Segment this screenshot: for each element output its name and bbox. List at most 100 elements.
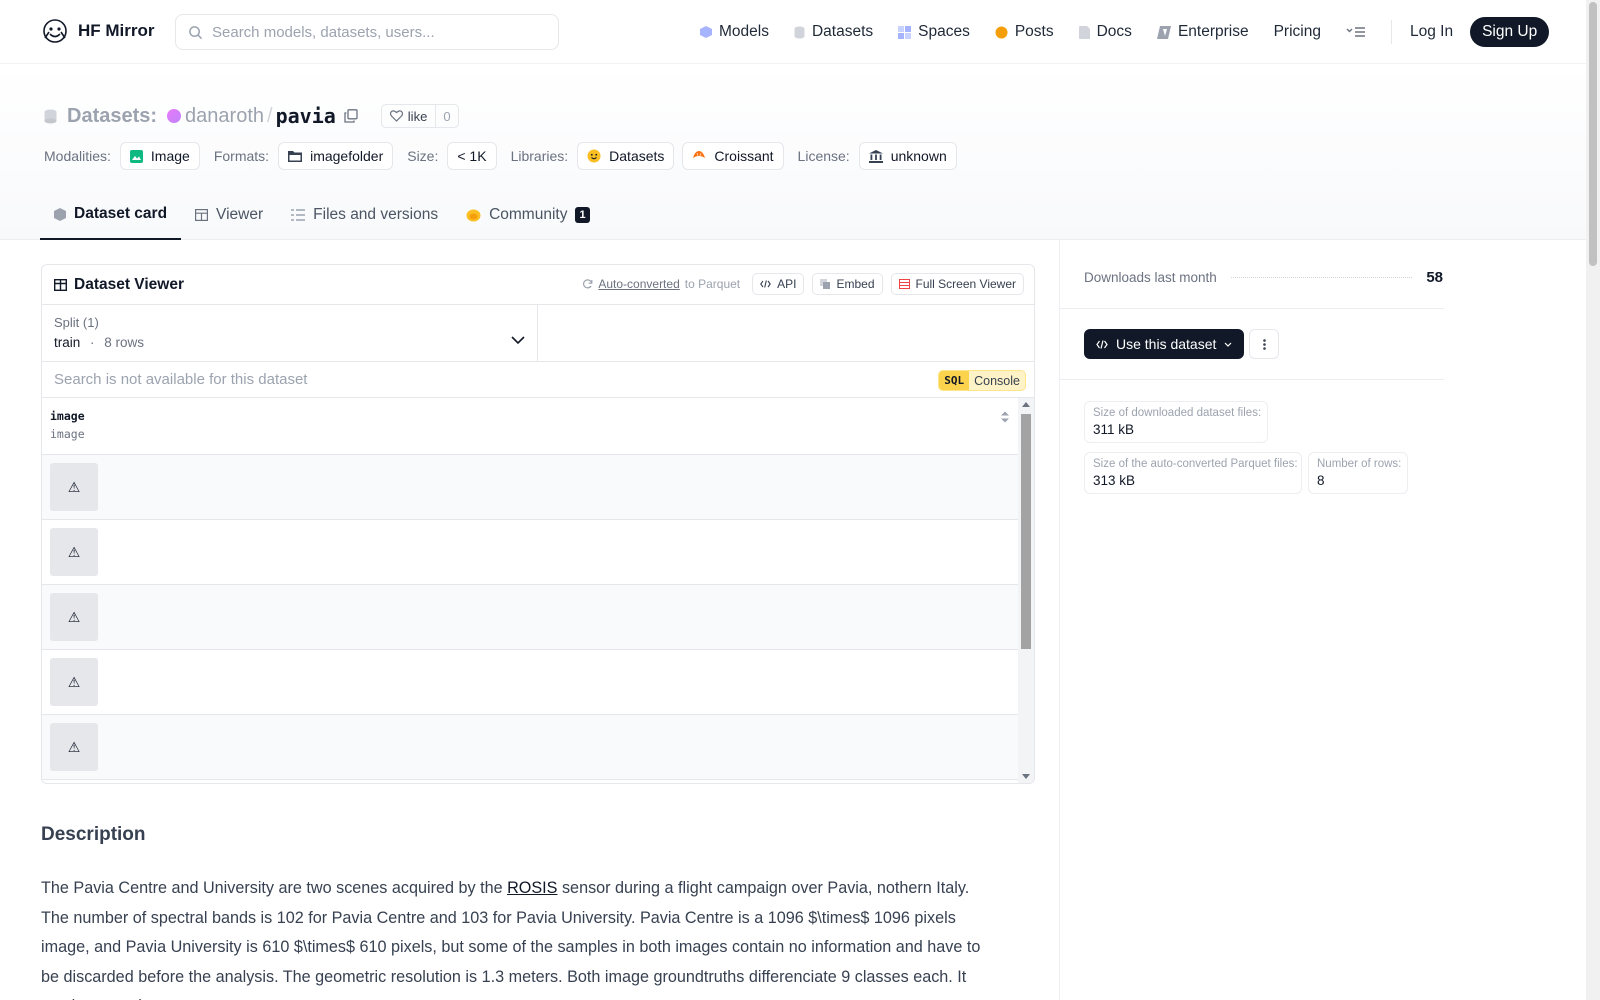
- stat-row-count: Number of rows: 8: [1308, 452, 1408, 494]
- repo-name[interactable]: pavia: [276, 104, 336, 128]
- models-icon: [700, 26, 712, 38]
- broken-image-thumbnail[interactable]: ⚠: [50, 658, 98, 706]
- heart-icon: [389, 110, 403, 122]
- tag-size[interactable]: < 1K: [447, 142, 497, 170]
- column-name: image: [50, 409, 85, 423]
- stat-download-size-value: 311 kB: [1093, 422, 1135, 437]
- repo-header: Datasets: danaroth / pavia like 0 Modali…: [0, 64, 1586, 240]
- nav-models[interactable]: Models: [700, 23, 769, 41]
- table-icon: [195, 209, 209, 221]
- table-row[interactable]: ⚠: [42, 715, 1018, 780]
- search-input[interactable]: [212, 23, 542, 41]
- title-prefix[interactable]: Datasets:: [67, 105, 157, 128]
- tab-files[interactable]: Files and versions: [277, 190, 452, 240]
- tag-library-datasets[interactable]: Datasets: [577, 142, 675, 170]
- brand[interactable]: HF Mirror: [42, 18, 155, 44]
- use-this-dataset-label: Use this dataset: [1116, 336, 1217, 352]
- tag-library-croissant[interactable]: Croissant: [682, 142, 784, 170]
- nav-pricing[interactable]: Pricing: [1274, 23, 1321, 41]
- description-text: The Pavia Centre and University are two …: [41, 874, 986, 1000]
- license-label: License:: [797, 148, 850, 164]
- tab-community[interactable]: Community 1: [452, 190, 604, 240]
- split-rows: 8 rows: [104, 335, 145, 350]
- viewer-scrollbar[interactable]: [1018, 398, 1034, 783]
- refresh-icon: [583, 279, 593, 289]
- owner-link[interactable]: danaroth: [185, 105, 264, 128]
- search-unavailable-text: Search is not available for this dataset: [54, 371, 308, 388]
- tag-license[interactable]: unknown: [858, 142, 957, 170]
- tab-dataset-card[interactable]: Dataset card: [40, 190, 182, 240]
- tag-modality[interactable]: Image: [119, 142, 200, 170]
- downloads-label: Downloads last month: [1084, 269, 1217, 285]
- viewer-scroll-thumb[interactable]: [1021, 414, 1031, 649]
- stat-row-count-label: Number of rows:: [1317, 458, 1402, 470]
- nav-spaces[interactable]: Spaces: [898, 23, 970, 41]
- tab-viewer[interactable]: Viewer: [181, 190, 277, 240]
- formats-label: Formats:: [213, 148, 270, 164]
- split-selector[interactable]: Split (1) train · 8 rows: [42, 305, 538, 361]
- table-row[interactable]: ⚠: [42, 455, 1018, 520]
- tag-format[interactable]: imagefolder: [278, 142, 394, 170]
- dataset-viewer: Dataset Viewer Auto-converted to Parquet…: [41, 264, 1035, 784]
- use-this-dataset-button[interactable]: Use this dataset: [1084, 329, 1245, 359]
- owner-avatar[interactable]: [167, 109, 182, 123]
- image-icon: [129, 149, 143, 163]
- brand-logo-icon: [43, 19, 67, 43]
- broken-image-thumbnail[interactable]: ⚠: [50, 463, 98, 511]
- console-label: Console: [974, 373, 1020, 388]
- table-row[interactable]: ⚠: [42, 585, 1018, 650]
- table-row[interactable]: ⚠: [42, 650, 1018, 715]
- nav-pricing-label: Pricing: [1273, 23, 1321, 40]
- broken-image-thumbnail[interactable]: ⚠: [50, 593, 98, 641]
- full-screen-viewer-button[interactable]: Full Screen Viewer: [890, 273, 1024, 295]
- column-header-image[interactable]: image image: [42, 398, 1018, 455]
- broken-image-thumbnail[interactable]: ⚠: [50, 723, 98, 771]
- split-separator: ·: [90, 335, 95, 350]
- more-options-button[interactable]: [1249, 329, 1279, 359]
- posts-icon: [995, 26, 1008, 38]
- nav-posts[interactable]: Posts: [995, 23, 1054, 41]
- sql-console-button[interactable]: SQL Console: [938, 370, 1026, 391]
- signup-button[interactable]: Sign Up: [1470, 17, 1550, 47]
- nav-datasets[interactable]: Datasets: [794, 23, 873, 41]
- viewer-header: Dataset Viewer Auto-converted to Parquet…: [42, 265, 1034, 305]
- tab-viewer-label: Viewer: [216, 206, 264, 223]
- nav-enterprise-label: Enterprise: [1177, 23, 1249, 40]
- like-left: like: [382, 105, 437, 127]
- like-button[interactable]: like 0: [380, 104, 459, 128]
- fullscreen-label: Full Screen Viewer: [915, 277, 1017, 291]
- repo-tabs: Dataset card Viewer Files and versions C…: [40, 190, 604, 240]
- tag-format-label: imagefolder: [310, 148, 384, 164]
- scroll-up-arrow[interactable]: [1022, 402, 1030, 407]
- more-vertical-icon: [1262, 338, 1266, 350]
- nav-posts-label: Posts: [1014, 23, 1054, 40]
- nav-docs[interactable]: Docs: [1078, 23, 1132, 41]
- datasets-icon: [794, 26, 805, 38]
- stat-download-size: Size of downloaded dataset files: 311 kB: [1084, 401, 1268, 443]
- metadata-tags: Modalities: Image Formats: imagefolder S…: [44, 142, 965, 170]
- login-link[interactable]: Log In: [1410, 23, 1453, 41]
- api-button[interactable]: API: [752, 273, 805, 295]
- nav-more-menu[interactable]: [1346, 26, 1366, 38]
- nav-enterprise[interactable]: Enterprise: [1156, 23, 1249, 41]
- dataset-card-icon: [54, 207, 66, 221]
- table-row[interactable]: ⚠: [42, 520, 1018, 585]
- like-count: 0: [443, 108, 451, 124]
- autoconverted-link[interactable]: Auto-converted: [598, 277, 679, 291]
- split-value: train · 8 rows: [54, 335, 525, 350]
- viewer-title-label: Dataset Viewer: [74, 275, 184, 293]
- downloads-value: 58: [1426, 268, 1443, 286]
- page-scrollbar[interactable]: [1586, 0, 1600, 1000]
- tag-library-croissant-label: Croissant: [714, 148, 774, 164]
- search-box[interactable]: [175, 14, 559, 50]
- embed-label: Embed: [836, 277, 875, 291]
- sidebar-divider-1: [1060, 308, 1444, 309]
- rosis-link[interactable]: ROSIS: [507, 879, 557, 897]
- copy-icon[interactable]: [344, 109, 358, 123]
- sort-icon[interactable]: [1000, 410, 1010, 424]
- embed-button[interactable]: Embed: [812, 273, 883, 295]
- scroll-down-arrow[interactable]: [1022, 774, 1030, 779]
- broken-image-thumbnail[interactable]: ⚠: [50, 528, 98, 576]
- libraries-label: Libraries:: [510, 148, 569, 164]
- page-scroll-thumb[interactable]: [1589, 2, 1597, 266]
